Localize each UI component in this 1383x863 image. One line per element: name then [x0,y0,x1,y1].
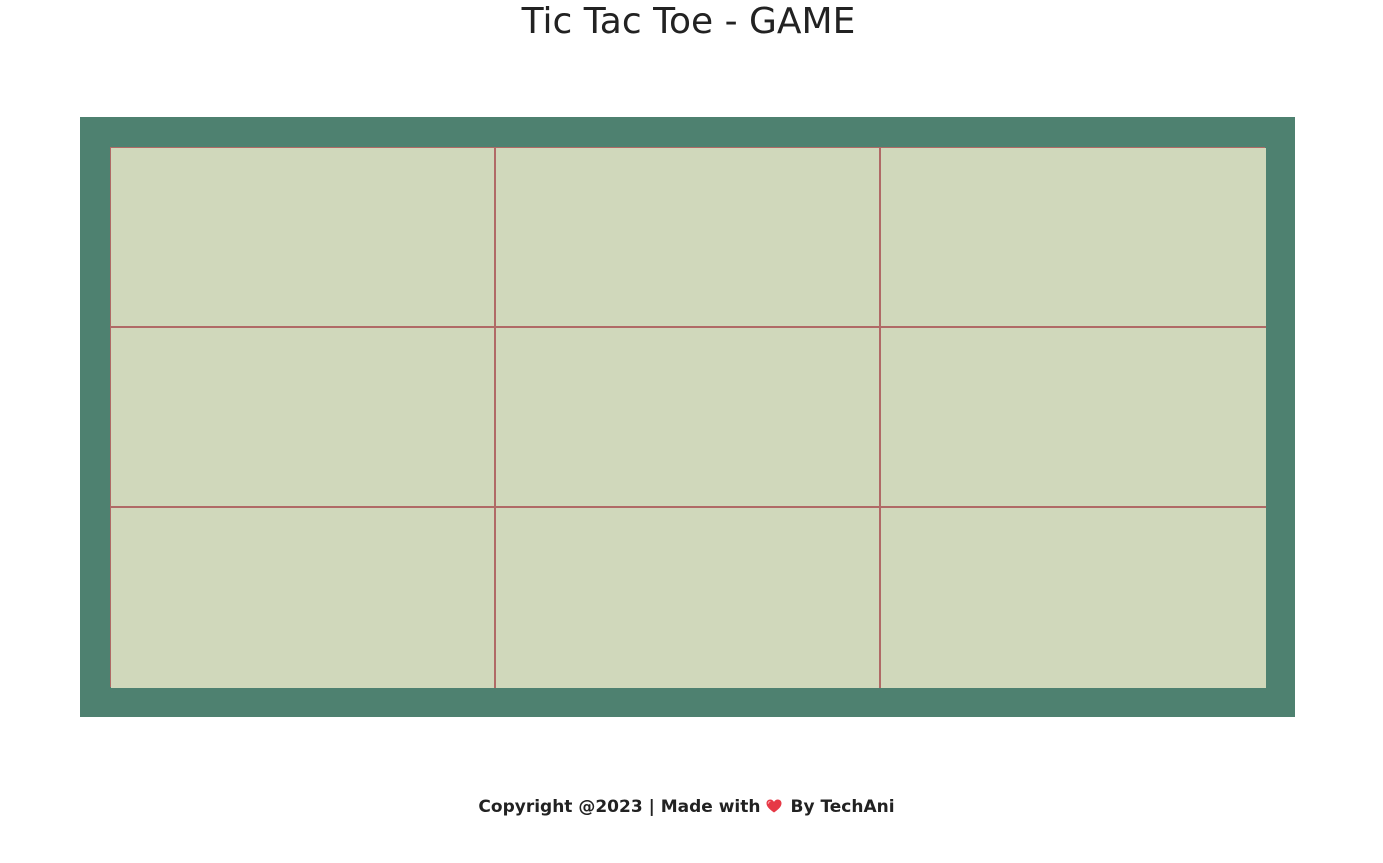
copyright-text: Copyright @2023 | Made with [478,797,761,817]
board-cell-1[interactable] [111,148,496,328]
board-cell-6[interactable] [881,328,1266,508]
board-cell-8[interactable] [496,508,881,688]
board-cell-5[interactable] [496,328,881,508]
board-cell-4[interactable] [111,328,496,508]
heart-icon [766,799,782,813]
game-board [110,147,1266,688]
author-text: By TechAni [790,797,895,817]
board-cell-7[interactable] [111,508,496,688]
board-cell-2[interactable] [496,148,881,328]
board-cell-3[interactable] [881,148,1266,328]
board-cell-9[interactable] [881,508,1266,688]
footer: Copyright @2023 | Made with By TechAni [0,794,1373,820]
board-frame [80,117,1295,717]
game-page: Tic Tac Toe - GAME Copyright @2023 | Mad… [0,0,1383,863]
page-title: Tic Tac Toe - GAME [521,1,856,42]
